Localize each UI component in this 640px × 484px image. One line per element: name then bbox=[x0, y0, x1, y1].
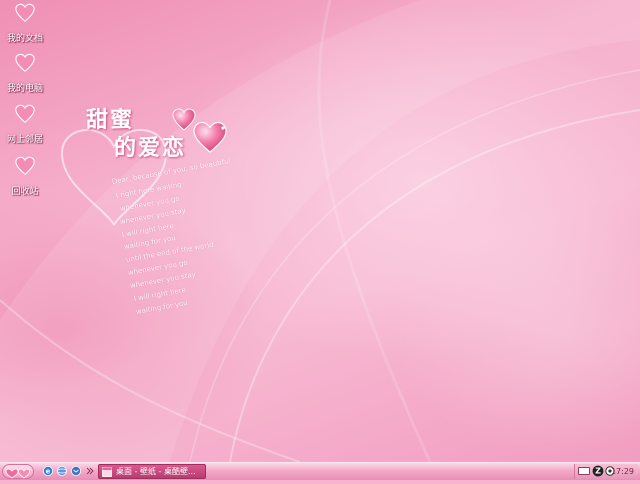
explorer-icon[interactable] bbox=[56, 465, 68, 477]
outlook-icon[interactable] bbox=[70, 465, 82, 477]
task-button-desktop-wallpaper[interactable]: 桌面 - 壁纸 - 桌酷壁... bbox=[98, 464, 206, 479]
desktop-icon-recycle-bin[interactable]: 回收站 bbox=[0, 155, 50, 198]
heart-icon bbox=[15, 3, 35, 22]
heart-icon bbox=[15, 53, 35, 72]
wallpaper-title-line2: 的爱恋 bbox=[114, 135, 187, 161]
task-button-label: 桌面 - 壁纸 - 桌酷壁... bbox=[116, 467, 196, 476]
desktop: 我的文档 我的电脑 网上邻居 回收站 甜蜜 的爱恋 Dear, because … bbox=[0, 0, 640, 462]
desktop-icon-label: 我的电脑 bbox=[6, 84, 43, 94]
wallpaper-poem: Dear, because of you, so beautiful I rig… bbox=[111, 157, 252, 322]
wallpaper-title: 甜蜜 的爱恋 bbox=[58, 100, 248, 161]
window-icon bbox=[102, 467, 112, 477]
keyboard-icon[interactable] bbox=[578, 467, 590, 475]
poem-line: waiting for you bbox=[135, 298, 189, 316]
z-circle-icon[interactable]: Z bbox=[592, 465, 604, 477]
desktop-icon-my-computer[interactable]: 我的电脑 bbox=[0, 52, 50, 95]
desktop-icon-network-places[interactable]: 网上邻居 bbox=[0, 103, 50, 146]
desktop-icon-label: 回收站 bbox=[11, 187, 39, 197]
taskbar: e 桌面 - 壁纸 - 桌酷壁... Z 17:29 bbox=[0, 462, 640, 480]
wallpaper-swirls bbox=[0, 0, 640, 462]
desktop-icon-label: 网上邻居 bbox=[6, 135, 43, 145]
clock[interactable]: 17:29 bbox=[611, 466, 634, 477]
svg-text:e: e bbox=[46, 468, 51, 476]
desktop-icon-label: 我的文档 bbox=[6, 34, 43, 44]
chevron-right-icon[interactable] bbox=[86, 467, 94, 475]
system-tray: Z 17:29 bbox=[574, 464, 638, 479]
svg-text:Z: Z bbox=[595, 467, 601, 476]
ie-icon[interactable]: e bbox=[42, 465, 54, 477]
heart-icon bbox=[15, 104, 35, 123]
desktop-icon-my-documents[interactable]: 我的文档 bbox=[0, 2, 50, 45]
start-heart-icon bbox=[5, 468, 30, 479]
heart-icon bbox=[15, 156, 35, 175]
start-button[interactable] bbox=[2, 464, 34, 479]
